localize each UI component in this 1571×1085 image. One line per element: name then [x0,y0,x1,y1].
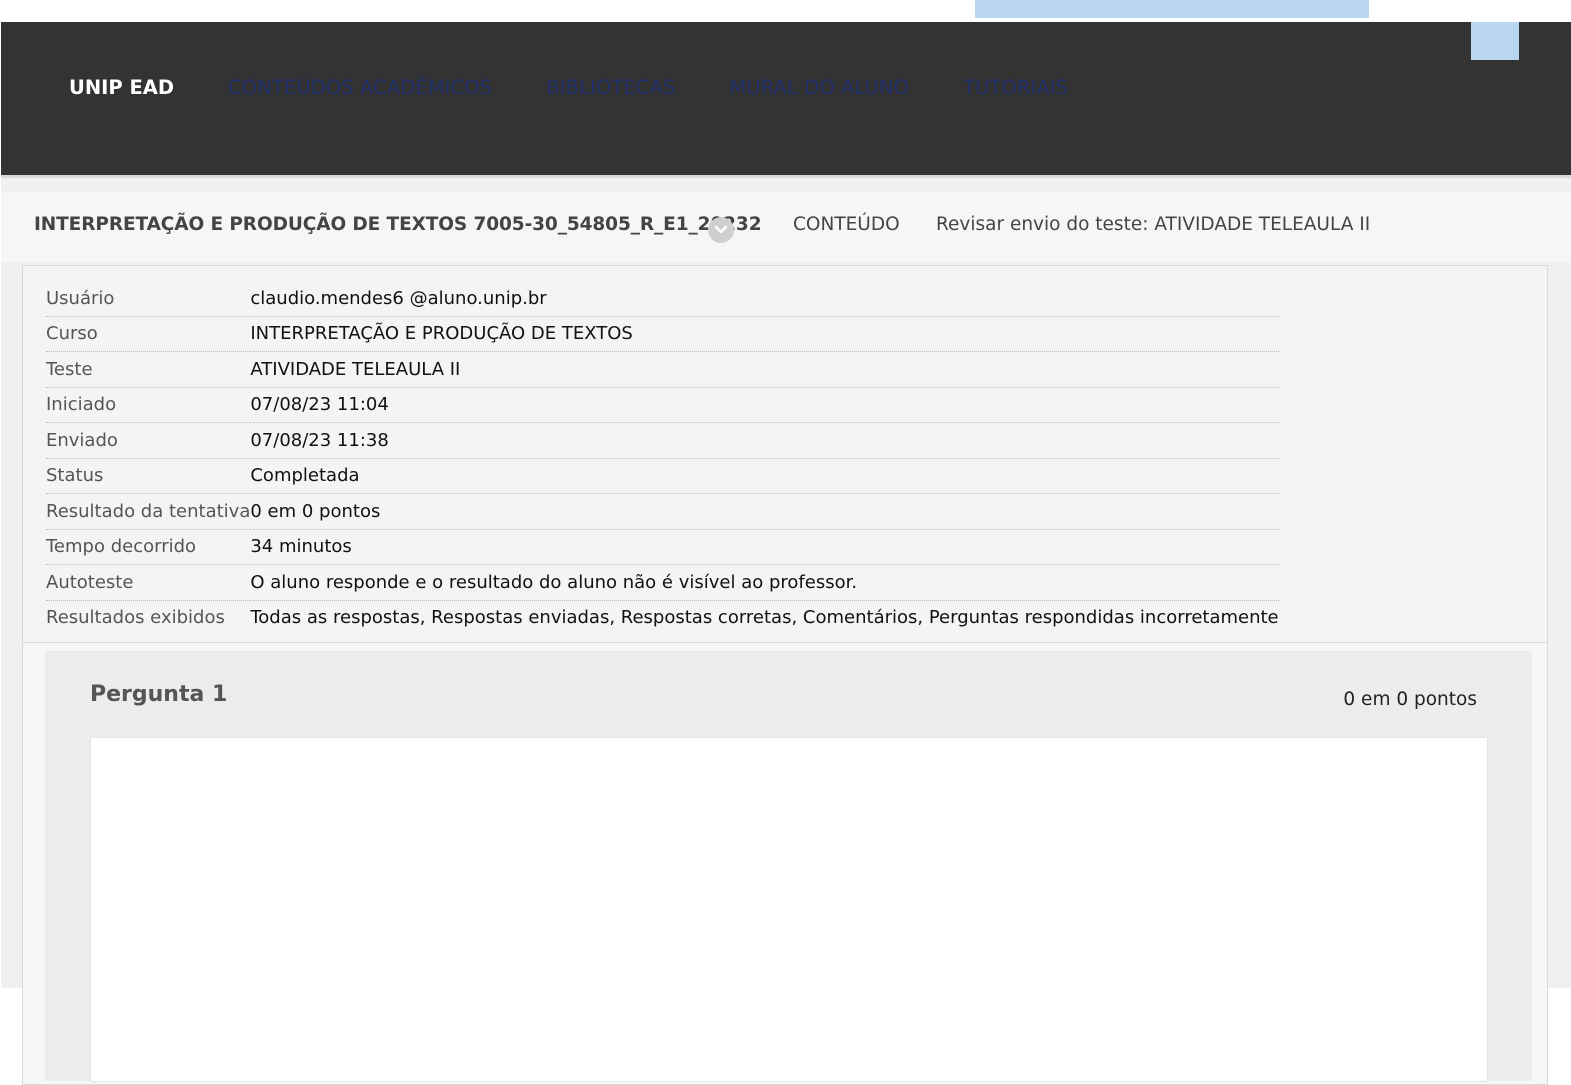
breadcrumb-current-page: Revisar envio do teste: ATIVIDADE TELEAU… [936,214,1371,235]
detail-row: Tempo decorrido 34 minutos [46,529,1279,565]
detail-value: O aluno responde e o resultado do aluno … [250,564,1279,601]
nav-corner-block [1471,22,1519,60]
detail-label: Usuário [46,281,251,317]
top-accent-bar [975,0,1369,18]
detail-row: Enviado 07/08/23 11:38 [46,422,1279,459]
detail-label: Iniciado [46,387,251,423]
attempt-details-table: Usuário claudio.mendes6 @aluno.unip.br Cu… [46,281,1279,635]
detail-value: INTERPRETAÇÃO E PRODUÇÃO DE TEXTOS [250,316,1279,352]
detail-row: Iniciado 07/08/23 11:04 [46,387,1279,423]
detail-label: Resultados exibidos [46,607,225,629]
detail-value: Completada [250,458,1279,494]
detail-label: Teste [46,351,251,388]
detail-row: Autoteste O aluno responde e o resultado … [46,564,1279,601]
breadcrumb-course[interactable]: INTERPRETAÇÃO E PRODUÇÃO DE TEXTOS 7005-… [34,214,762,235]
chevron-down-icon [714,225,728,234]
course-menu-toggle[interactable] [708,217,734,243]
detail-row: Resultado da tentativa 0 em 0 pontos [46,493,1279,530]
nav-link-mural[interactable]: MURAL DO ALUNO [729,76,909,99]
detail-value: 0 em 0 pontos [250,493,1279,530]
breadcrumb-content[interactable]: CONTEÚDO [793,214,900,235]
detail-value: 07/08/23 11:04 [250,387,1279,423]
detail-value: Todas as respostas, Respostas enviadas, … [250,607,1279,629]
nav-link-bibliotecas[interactable]: BIBLIOTECAS [546,76,675,99]
brand-link[interactable]: UNIP EAD [69,76,174,99]
detail-row: Curso INTERPRETAÇÃO E PRODUÇÃO DE TEXTOS [46,316,1279,352]
nav-menu: UNIP EAD CONTEÚDOS ACADÊMICOS BIBLIOTECA… [69,76,1122,99]
question-points: 0 em 0 pontos [1343,689,1477,710]
detail-value: 07/08/23 11:38 [250,422,1279,459]
nav-link-tutoriais[interactable]: TUTORIAIS [963,76,1068,99]
detail-value: ATIVIDADE TELEAULA II [250,351,1279,388]
detail-value: 34 minutos [250,529,1279,565]
detail-row: Status Completada [46,458,1279,494]
question-body [90,737,1488,1082]
nav-link-conteudos[interactable]: CONTEÚDOS ACADÊMICOS [228,76,492,99]
detail-row: Resultados exibidos Todas as respostas, R… [46,600,1279,635]
detail-value: claudio.mendes6 @aluno.unip.br [250,281,1279,317]
detail-label: Status [46,458,251,494]
detail-row: Teste ATIVIDADE TELEAULA II [46,351,1279,388]
question-title: Pergunta 1 [90,682,228,707]
detail-label: Curso [46,316,251,352]
detail-row: Usuário claudio.mendes6 @aluno.unip.br [46,281,1279,317]
detail-label: Tempo decorrido [46,529,251,565]
detail-label: Resultado da tentativa [46,493,251,530]
detail-label: Autoteste [46,564,251,601]
detail-label: Enviado [46,422,251,459]
